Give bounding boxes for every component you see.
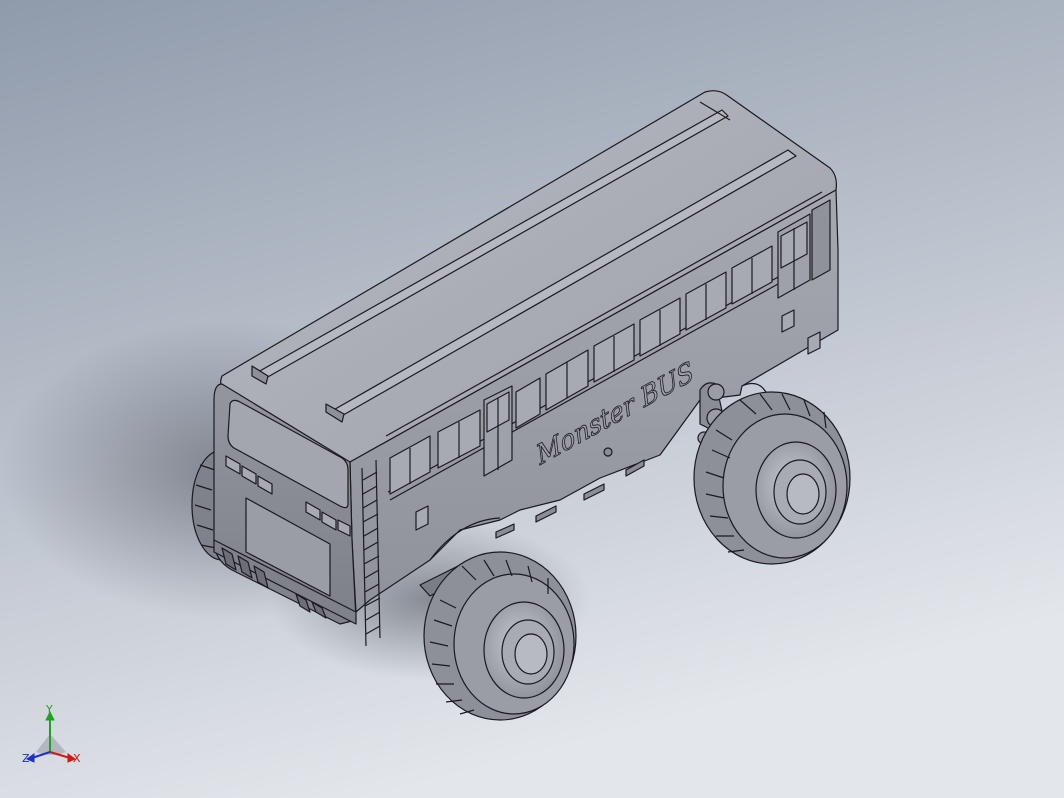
triad-z-label: Z: [22, 752, 30, 765]
triad-x-label: X: [73, 752, 81, 765]
graphics-viewport[interactable]: Monster BUS Y X Z: [0, 0, 1064, 798]
wheel-front-right: [693, 391, 851, 565]
wheel-rear-left: [423, 551, 577, 721]
triad-y-label: Y: [45, 703, 53, 716]
model-view[interactable]: Monster BUS Y X Z: [0, 0, 1064, 798]
fuel-cap: [603, 447, 613, 457]
